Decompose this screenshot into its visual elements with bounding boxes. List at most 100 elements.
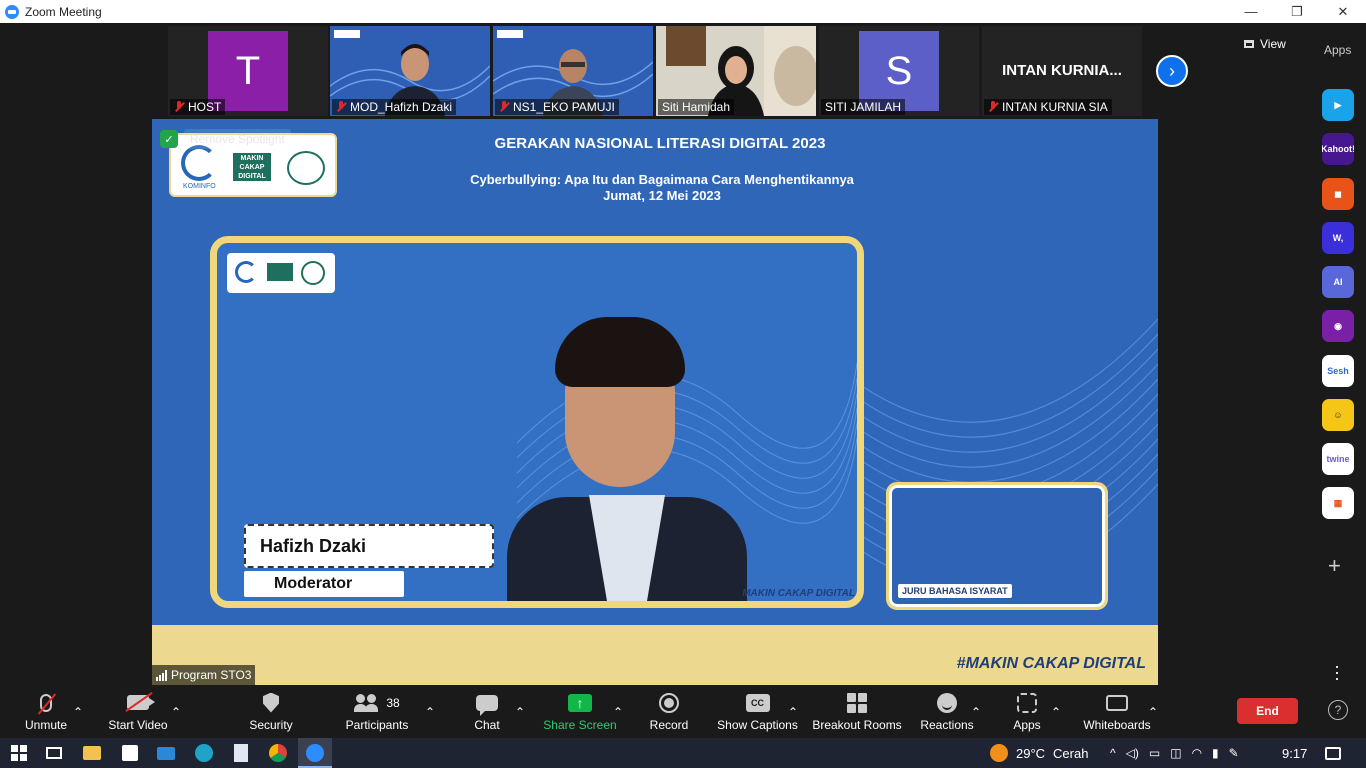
slide-date: Jumat, 12 Mei 2023	[603, 188, 721, 203]
volume-icon[interactable]: ◁)	[1126, 746, 1139, 760]
notepad-icon[interactable]	[231, 743, 251, 763]
app-icon-8[interactable]: ☺	[1322, 399, 1354, 431]
network-icon[interactable]: ▭	[1149, 746, 1160, 760]
meeting-area: T HOST MOD_Hafizh Dzaki NS1_EKO PAMUJI S…	[0, 23, 1366, 687]
minimize-button[interactable]: —	[1228, 0, 1274, 23]
participant-name: SITI JAMILAH	[821, 99, 906, 115]
signal-strength-icon	[156, 669, 167, 681]
participants-options-chevron-icon[interactable]: ⌃	[425, 685, 435, 738]
whiteboards-button[interactable]: Whiteboards	[1080, 685, 1154, 738]
participant-name: HOST	[170, 99, 226, 115]
end-meeting-button[interactable]: End	[1237, 698, 1298, 724]
share-options-chevron-icon[interactable]: ⌃	[613, 685, 623, 738]
whiteboards-options-chevron-icon[interactable]: ⌃	[1148, 685, 1158, 738]
weather-widget[interactable]: 29°C Cerah	[990, 738, 1088, 768]
participant-tile-host[interactable]: T HOST	[168, 26, 328, 116]
security-button[interactable]: Security	[241, 685, 301, 738]
clock[interactable]: 9:17	[1282, 738, 1307, 768]
edge-browser-icon[interactable]	[194, 743, 214, 763]
frame-stamp: MAKIN CAKAP DIGITAL	[742, 588, 855, 599]
view-grid-icon	[1244, 40, 1254, 48]
record-icon	[659, 692, 679, 713]
next-page-arrow-icon[interactable]: ›	[1156, 55, 1188, 87]
window-controls: — ❐ ✕	[1228, 0, 1366, 23]
mail-icon[interactable]	[156, 743, 176, 763]
zoom-taskbar-item[interactable]	[298, 738, 332, 768]
speaker-name-tag: Hafizh Dzaki	[244, 524, 494, 568]
app-icon-1[interactable]: ▶	[1322, 89, 1354, 121]
participant-name: MOD_Hafizh Dzaki	[332, 99, 457, 115]
participant-name: Siti Hamidah	[658, 99, 735, 115]
more-options-icon[interactable]: · · ·	[1333, 657, 1341, 687]
chat-button[interactable]: Chat	[467, 685, 507, 738]
participant-tile-ns1[interactable]: NS1_EKO PAMUJI	[493, 26, 653, 116]
zoom-app-icon	[306, 744, 324, 762]
speaker-role-tag: Moderator	[244, 571, 404, 597]
captions-options-chevron-icon[interactable]: ⌃	[788, 685, 798, 738]
participant-display-name: INTAN KURNIA...	[1002, 62, 1122, 79]
apps-panel-label: Apps	[1324, 43, 1352, 57]
sunny-weather-icon	[990, 744, 1008, 762]
participant-tile-siti-jamilah[interactable]: S SITI JAMILAH	[819, 26, 979, 116]
twine-app-icon[interactable]: twine	[1322, 443, 1354, 475]
participants-button[interactable]: 38 Participants	[340, 685, 414, 738]
security-shield-icon	[263, 692, 279, 713]
spotlight-video[interactable]: KOMINFO MAKIN CAKAP DIGITAL ✓ Remove Spo…	[152, 119, 1158, 685]
battery-icon[interactable]: ▮	[1212, 746, 1219, 760]
audio-options-chevron-icon[interactable]: ⌃	[73, 685, 83, 738]
record-button[interactable]: Record	[645, 685, 693, 738]
makin-cakap-digital-logo-icon	[267, 263, 293, 281]
app-icon-6[interactable]: ◉	[1322, 310, 1354, 342]
system-tray-icons: ^ ◁) ▭ ◫ ◠ ▮ ✎	[1110, 738, 1239, 768]
sesh-app-icon[interactable]: Sesh	[1322, 355, 1354, 387]
wooclap-app-icon[interactable]: W,	[1322, 222, 1354, 254]
kominfo-logo-icon	[235, 261, 257, 283]
unmute-button[interactable]: Unmute	[16, 685, 76, 738]
apps-button[interactable]: Apps	[1007, 685, 1047, 738]
video-options-chevron-icon[interactable]: ⌃	[171, 685, 181, 738]
kahoot-app-icon[interactable]: Kahoot!	[1322, 133, 1354, 165]
participant-tile-siti-hamidah[interactable]: Siti Hamidah	[656, 26, 816, 116]
close-window-button[interactable]: ✕	[1320, 0, 1366, 23]
ai-app-icon[interactable]: AI	[1322, 266, 1354, 298]
chat-bubble-icon	[476, 694, 498, 716]
mic-muted-icon	[174, 101, 184, 113]
chat-options-chevron-icon[interactable]: ⌃	[515, 685, 525, 738]
show-hidden-icons-chevron-icon[interactable]: ^	[1110, 746, 1116, 760]
help-icon[interactable]: ?	[1328, 700, 1348, 720]
file-explorer-icon[interactable]	[82, 743, 102, 763]
app-icon-3[interactable]: ◼	[1322, 178, 1354, 210]
app-icon-10[interactable]: ▦	[1322, 487, 1354, 519]
participants-count: 38	[386, 695, 400, 710]
start-video-button[interactable]: Start Video	[104, 685, 172, 738]
view-button[interactable]: View	[1244, 33, 1304, 55]
chrome-icon[interactable]	[268, 743, 288, 763]
reactions-options-chevron-icon[interactable]: ⌃	[971, 685, 981, 738]
device-icon[interactable]: ◫	[1170, 746, 1181, 760]
wifi-icon[interactable]: ◠	[1192, 746, 1202, 760]
mic-muted-icon	[499, 101, 509, 113]
apps-options-chevron-icon[interactable]: ⌃	[1051, 685, 1061, 738]
window-titlebar: Zoom Meeting — ❐ ✕	[0, 0, 1366, 23]
participant-tile-mod[interactable]: MOD_Hafizh Dzaki	[330, 26, 490, 116]
pen-icon[interactable]: ✎	[1229, 746, 1239, 760]
breakout-rooms-icon	[847, 692, 867, 713]
windows-start-icon[interactable]	[9, 743, 29, 763]
spotlight-name-label: Program STO3	[152, 665, 256, 685]
zoom-logo-icon	[5, 4, 19, 19]
speaker-person	[507, 317, 747, 601]
camera-off-icon	[127, 695, 155, 710]
microsoft-store-icon[interactable]	[120, 743, 140, 763]
task-view-icon[interactable]	[44, 743, 64, 763]
speaker-frame: Hafizh Dzaki Moderator MAKIN CAKAP DIGIT…	[210, 236, 864, 608]
breakout-rooms-button[interactable]: Breakout Rooms	[811, 685, 903, 738]
add-app-icon[interactable]: +	[1328, 555, 1341, 577]
share-screen-button[interactable]: ↑ Share Screen	[543, 685, 617, 738]
reactions-button[interactable]: Reactions	[918, 685, 976, 738]
notifications-icon[interactable]	[1323, 743, 1343, 763]
participant-tile-intan[interactable]: INTAN KURNIA... INTAN KURNIA SIA	[982, 26, 1142, 116]
maximize-button[interactable]: ❐	[1274, 0, 1320, 23]
participant-name: INTAN KURNIA SIA	[984, 99, 1112, 115]
participant-name: NS1_EKO PAMUJI	[495, 99, 619, 115]
smiley-icon	[937, 692, 957, 713]
